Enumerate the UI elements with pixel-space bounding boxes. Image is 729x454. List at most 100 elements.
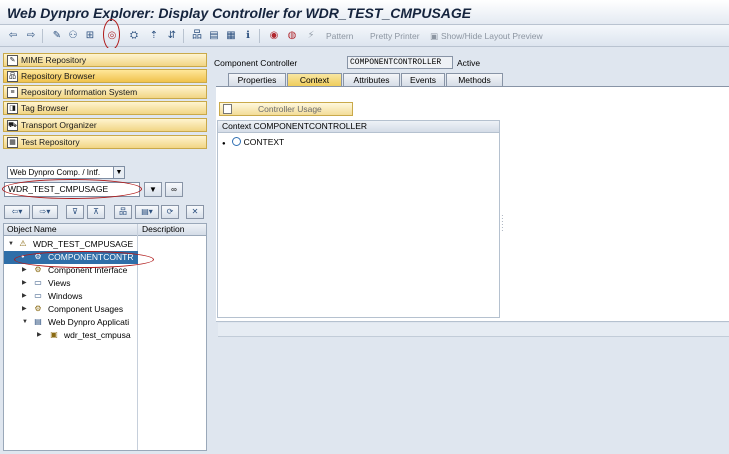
session-breakpoint-icon[interactable]: ◍ xyxy=(285,29,299,43)
nav-repository-browser[interactable]: 品 Repository Browser xyxy=(3,69,207,83)
context-panel-header: Context COMPONENTCONTROLLER xyxy=(218,121,499,133)
column-header-object-name[interactable]: Object Name xyxy=(7,224,57,235)
back-arrow-icon[interactable]: ⇦ xyxy=(6,29,20,43)
expand-icon: ⊽ xyxy=(72,207,78,216)
toolbar-separator xyxy=(259,29,260,43)
collapsed-triangle-icon[interactable]: ▶ xyxy=(37,329,42,342)
expanded-triangle-icon[interactable]: ▼ xyxy=(8,238,14,251)
tree-node-label: Web Dynpro Applicati xyxy=(48,317,130,327)
next-object-button[interactable]: ⇨▾ xyxy=(32,205,58,219)
nav-label: Transport Organizer xyxy=(21,120,97,130)
object-name-highlight-oval xyxy=(2,179,142,199)
controller-usage-button[interactable]: Controller Usage xyxy=(219,102,353,116)
collapse-icon: ⊼ xyxy=(93,207,99,216)
layout-preview-area xyxy=(216,321,729,454)
interface-icon: ⚙ xyxy=(34,265,42,274)
nav-repository-information-system[interactable]: ≡ Repository Information System xyxy=(3,85,207,99)
component-controller-label: Component Controller xyxy=(214,58,298,68)
repository-icon: 品 xyxy=(7,70,18,82)
hierarchy-button[interactable]: 品 xyxy=(114,205,132,219)
edit-pencil-icon[interactable]: ✎ xyxy=(50,29,64,43)
vertical-splitter[interactable]: · · · · · · xyxy=(501,212,504,235)
application-icon: ▤ xyxy=(34,317,42,326)
info-system-icon: ≡ xyxy=(7,86,18,98)
forward-arrow-icon[interactable]: ⇨ xyxy=(24,29,38,43)
activate-highlight-oval xyxy=(103,19,120,50)
expand-button[interactable]: ⊽ xyxy=(66,205,84,219)
navigation-icon[interactable]: ⇵ xyxy=(165,29,179,43)
tree-node-component[interactable]: ▼ ⚠ WDR_TEST_CMPUSAGE xyxy=(4,238,206,251)
context-root-node[interactable]: ● CONTEXT xyxy=(222,137,284,149)
object-type-select[interactable]: Web Dynpro Comp. / Intf. ▼ xyxy=(7,166,125,179)
collapsed-triangle-icon[interactable]: ▶ xyxy=(22,277,27,290)
tab-events[interactable]: Events xyxy=(401,73,445,86)
collapsed-triangle-icon[interactable]: ▶ xyxy=(22,303,27,316)
display-button[interactable]: ∞ xyxy=(165,182,183,197)
info-icon[interactable]: ℹ xyxy=(241,29,255,43)
layout-preview-header xyxy=(218,323,729,337)
tab-methods[interactable]: Methods xyxy=(446,73,503,86)
tree-node-web-dynpro-applications[interactable]: ▼ ▤ Web Dynpro Applicati xyxy=(4,316,206,329)
columns-button[interactable]: ▤▾ xyxy=(135,205,159,219)
left-arrow-icon: ⇦▾ xyxy=(11,207,23,216)
nav-label: Tag Browser xyxy=(21,103,69,113)
tree-node-label: Windows xyxy=(48,291,83,301)
collapsed-triangle-icon[interactable]: ▶ xyxy=(22,264,27,277)
tree-node-windows[interactable]: ▶ ▭ Windows xyxy=(4,290,206,303)
tab-context[interactable]: Context xyxy=(287,73,342,86)
previous-object-button[interactable]: ⇦▾ xyxy=(4,205,30,219)
collapsed-triangle-icon[interactable]: ▶ xyxy=(22,290,27,303)
column-header-description[interactable]: Description xyxy=(142,224,185,235)
context-tree-panel: Context COMPONENTCONTROLLER ● CONTEXT xyxy=(217,120,500,318)
nav-test-repository[interactable]: ▦ Test Repository xyxy=(3,135,207,149)
controller-status: Active xyxy=(457,58,481,68)
tree-node-label: Views xyxy=(48,278,71,288)
right-arrow-icon: ⇨▾ xyxy=(39,207,51,216)
window-title: Web Dynpro Explorer: Display Controller … xyxy=(7,5,472,21)
other-object-icon[interactable]: ⚇ xyxy=(66,29,80,43)
show-hide-layout-button[interactable]: ▣ Show/Hide Layout Preview xyxy=(430,29,543,43)
tree-node-label: wdr_test_cmpusa xyxy=(64,330,131,340)
nav-transport-organizer[interactable]: ⛟ Transport Organizer xyxy=(3,118,207,132)
pointer-icon[interactable]: ⇡ xyxy=(147,29,161,43)
refresh-button[interactable]: ⟳ xyxy=(161,205,179,219)
mime-icon: ✎ xyxy=(7,54,18,66)
component-icon: ⚠ xyxy=(19,239,27,248)
show-hide-layout-label: Show/Hide Layout Preview xyxy=(441,30,543,41)
refresh-icon: ⟳ xyxy=(166,207,174,216)
page-icon xyxy=(223,104,232,114)
tab-attributes[interactable]: Attributes xyxy=(343,73,400,86)
table-icon[interactable]: ▦ xyxy=(224,29,238,43)
glasses-icon: ∞ xyxy=(171,185,177,194)
chevron-down-icon[interactable]: ▼ xyxy=(113,167,124,178)
dropdown-button[interactable]: ▼ xyxy=(144,182,162,197)
controller-highlight-oval xyxy=(14,251,154,268)
tree-node-views[interactable]: ▶ ▭ Views xyxy=(4,277,206,290)
application-page-icon: ▣ xyxy=(50,330,58,339)
nav-label: Repository Information System xyxy=(21,87,138,97)
close-tree-button[interactable]: ✕ xyxy=(186,205,204,219)
test-wand-icon[interactable]: ⚡ xyxy=(304,29,318,43)
tree-node-application-entry[interactable]: ▶ ▣ wdr_test_cmpusa xyxy=(4,329,206,342)
hierarchy-icon[interactable]: 品 xyxy=(190,29,204,43)
expanded-triangle-icon[interactable]: ▼ xyxy=(22,316,28,329)
check-icon[interactable]: ⊞ xyxy=(83,29,97,43)
layout-icon[interactable]: ▤ xyxy=(207,29,221,43)
toolbar-separator xyxy=(42,29,43,43)
controller-usage-label: Controller Usage xyxy=(258,104,322,114)
columns-icon: ▤▾ xyxy=(141,207,153,216)
nav-mime-repository[interactable]: ✎ MIME Repository xyxy=(3,53,207,67)
object-type-value: Web Dynpro Comp. / Intf. xyxy=(10,168,101,177)
hierarchy-icon: 品 xyxy=(119,207,127,216)
collapse-button[interactable]: ⊼ xyxy=(87,205,105,219)
close-icon: ✕ xyxy=(191,207,199,216)
pattern-button[interactable]: Pattern xyxy=(326,29,353,43)
tree-node-component-usages[interactable]: ▶ ⚙ Component Usages xyxy=(4,303,206,316)
nav-tag-browser[interactable]: ◨ Tag Browser xyxy=(3,101,207,115)
where-used-icon[interactable]: ⛭ xyxy=(127,29,141,43)
breakpoint-icon[interactable]: ◉ xyxy=(267,29,281,43)
view-icon: ▭ xyxy=(34,278,42,287)
tab-properties[interactable]: Properties xyxy=(228,73,286,86)
pretty-printer-button[interactable]: Pretty Printer xyxy=(370,29,420,43)
window-icon: ▭ xyxy=(34,291,42,300)
